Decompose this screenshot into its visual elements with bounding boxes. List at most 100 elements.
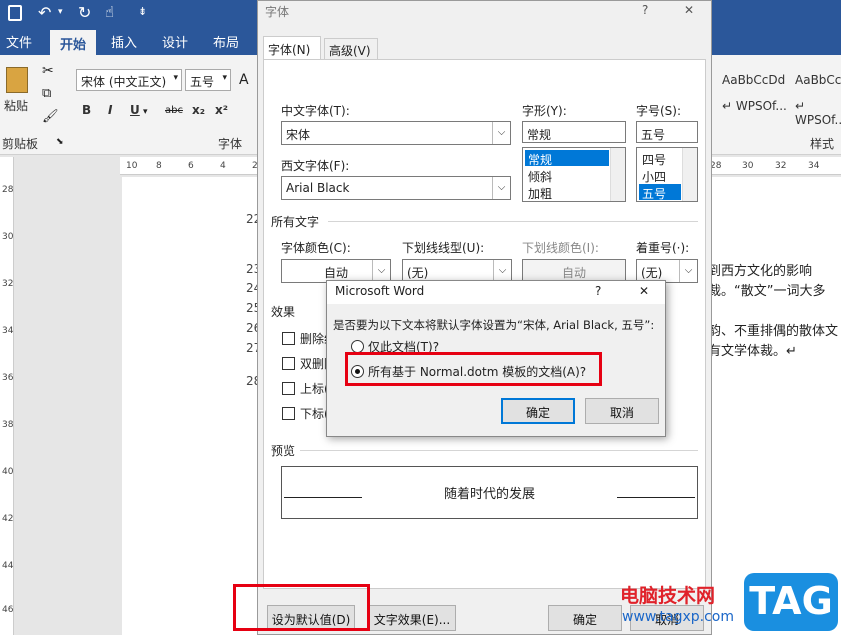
watermark-logo-text: TAG [749,579,833,623]
paste-icon[interactable] [6,67,28,93]
copy-icon[interactable]: ⧉ [42,86,51,101]
font-size-value: 五号 [190,75,215,89]
style-gallery-name-1: ↵ WPSOf... [722,99,787,113]
scrollbar[interactable] [682,148,697,201]
underline-dropdown-icon[interactable]: ▾ [143,107,148,117]
divider [328,221,698,222]
effect-label: 上标( [300,382,329,396]
dialog-launcher-icon[interactable]: ⬊ [56,137,64,147]
font-size-combo[interactable]: 五号 ▾ [185,69,231,91]
style-gallery-item-1[interactable]: AaBbCcDd [722,73,785,87]
ruler-mark: 10 [126,161,138,171]
strikethrough-icon[interactable]: abc [165,105,183,116]
font-style-input[interactable]: 常规 [522,121,626,143]
tab-design[interactable]: 设计 [162,32,188,51]
ruler-mark: 8 [156,161,162,171]
chevron-down-icon: ▾ [173,73,178,83]
touch-mode-icon[interactable]: ☝ [105,3,114,21]
font-group-label: 字体 [218,137,243,151]
watermark-logo: TAG [744,573,838,631]
ruler-mark: 36 [2,373,14,383]
document-text-line: 韵、不重排偶的散体文 [708,324,839,339]
underline-color-value: 自动 [561,266,586,280]
redo-icon[interactable]: ↻ [78,3,91,22]
save-icon[interactable] [8,5,22,21]
bold-icon[interactable]: B [82,103,91,117]
chevron-down-icon: ⌵ [372,260,390,282]
tab-home[interactable]: 开始 [50,30,97,55]
font-name-value: 宋体 (中文正文) [81,75,167,89]
document-text-line: 有文学体裁。↵ [708,344,797,359]
list-item[interactable]: 四号 [639,150,681,167]
vertical-ruler[interactable]: 28 30 32 34 36 38 40 42 44 46 [0,157,14,635]
ruler-mark: 38 [2,420,14,430]
strikethrough-checkbox[interactable] [282,332,295,345]
preview-section-label: 预览 [271,444,296,458]
list-item[interactable]: 小四 [639,167,681,184]
text-effects-button[interactable]: 文字效果(E)... [368,605,456,631]
close-icon[interactable]: ✕ [639,284,649,298]
font-color-value: 自动 [323,266,348,280]
format-painter-icon[interactable]: 🖌 [42,109,59,124]
confirm-ok-button[interactable]: 确定 [501,398,575,424]
underline-style-label: 下划线线型(U): [402,241,485,255]
list-item[interactable]: 倾斜 [525,167,609,184]
tab-font-label: 字体(N) [268,43,311,57]
underline-icon[interactable]: U [130,103,140,117]
tab-advanced[interactable]: 高级(V) [324,38,378,60]
tab-file[interactable]: 文件 [6,32,32,51]
font-name-combo[interactable]: 宋体 (中文正文) ▾ [76,69,182,91]
dialog-title: 字体 [265,5,290,19]
scrollbar[interactable] [610,148,625,201]
font-style-list[interactable]: 常规 倾斜 加粗 [522,147,626,202]
grow-font-icon[interactable]: A [239,72,249,88]
cut-icon[interactable]: ✂ [42,63,54,79]
paste-label[interactable]: 粘贴 [4,97,28,114]
superscript-checkbox[interactable] [282,382,295,395]
tab-insert[interactable]: 插入 [111,32,137,51]
text-effects-label: 文字效果(E)... [373,613,451,627]
preview-box: 随着时代的发展 [281,466,698,519]
help-icon[interactable]: ? [642,3,648,17]
highlight-box [233,584,370,631]
confirm-question: 是否要为以下文本将默认字体设置为“宋体, Arial Black, 五号”: [333,318,655,332]
font-style-value: 常规 [527,128,552,142]
style-gallery-item-2[interactable]: AaBbCcDd [795,73,841,87]
font-size-list[interactable]: 四号 小四 五号 [636,147,698,202]
customize-toolbar-icon[interactable]: ⇟ [138,5,147,18]
effect-label: 下标( [300,407,329,421]
ruler-mark: 34 [2,326,14,336]
ruler-mark: 4 [220,161,226,171]
superscript-icon[interactable]: x² [215,103,228,117]
ruler-mark: 42 [2,514,14,524]
confirm-cancel-button[interactable]: 取消 [585,398,659,424]
double-strikethrough-checkbox[interactable] [282,357,295,370]
clipboard-group-label: 剪贴板 [2,137,39,151]
list-item[interactable]: 五号 [639,184,681,201]
tab-font[interactable]: 字体(N) [263,36,321,60]
ruler-mark: 28 [2,185,14,195]
font-size-input[interactable]: 五号 [636,121,698,143]
dropdown-icon[interactable]: ▾ [58,7,63,17]
subscript-icon[interactable]: x₂ [192,103,205,117]
confirm-dialog-titlebar: Microsoft Word ? ✕ [327,281,665,304]
font-size-label: 字号(S): [636,104,682,118]
font-ok-button[interactable]: 确定 [548,605,622,631]
subscript-checkbox[interactable] [282,407,295,420]
close-icon[interactable]: ✕ [684,3,694,17]
ruler-mark: 34 [808,161,820,171]
tab-layout[interactable]: 布局 [213,32,239,51]
undo-icon[interactable]: ↶ [38,3,51,22]
italic-icon[interactable]: I [108,103,112,117]
help-icon[interactable]: ? [595,284,601,298]
font-color-label: 字体颜色(C): [281,241,351,255]
all-text-section-label: 所有文字 [271,215,320,229]
list-item[interactable]: 常规 [525,150,609,167]
ruler-mark: 46 [2,605,14,615]
ok-label: 确定 [525,406,550,420]
chevron-down-icon: ⌵ [492,177,510,199]
list-item[interactable]: 加粗 [525,184,609,201]
underline-style-value: (无) [407,266,429,280]
west-font-select[interactable]: Arial Black ⌵ [281,176,511,200]
cn-font-select[interactable]: 宋体 ⌵ [281,121,511,145]
